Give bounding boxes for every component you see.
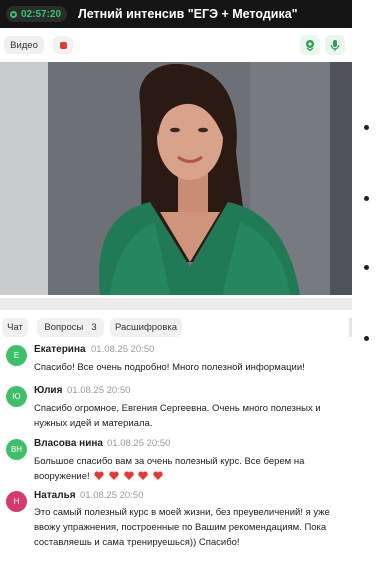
avatar: Ю — [6, 386, 27, 407]
hearts-emoji-row — [94, 469, 165, 485]
message-text: Спасибо! Все очень подробно! Много полез… — [34, 362, 305, 373]
message-text: Большое спасибо вам за очень полезный ку… — [34, 456, 305, 482]
live-timer: 02:57:20 — [6, 6, 68, 22]
webinar-title: Летний интенсив "ЕГЭ + Методика" — [78, 7, 298, 21]
side-dot — [364, 196, 369, 201]
questions-count-badge: 3 — [91, 322, 97, 333]
message-time: 01.08.25 20:50 — [107, 438, 171, 449]
message-time: 01.08.25 20:50 — [80, 490, 144, 501]
live-indicator-icon — [10, 10, 17, 18]
stop-record-button[interactable] — [53, 36, 73, 54]
speaker-video-frame — [0, 62, 352, 295]
author-name: Власова нина — [34, 438, 103, 449]
microphone-icon — [330, 39, 340, 51]
tab-label: Чат — [7, 322, 23, 333]
heart-icon — [94, 470, 104, 485]
side-dot — [364, 336, 369, 341]
tab-questions[interactable]: Вопросы 3 — [37, 318, 104, 337]
chat-tabs: Чат Вопросы 3 Расшифровка — [0, 318, 352, 338]
author-name: Наталья — [34, 490, 76, 501]
author-name: Юлия — [34, 385, 63, 396]
avatar: ВН — [6, 439, 27, 460]
video-tab-button[interactable]: Видео — [4, 36, 44, 54]
tab-label: Расшифровка — [114, 322, 178, 333]
heart-icon — [123, 470, 134, 485]
stop-icon — [59, 41, 67, 49]
video-scrubber[interactable] — [0, 298, 352, 310]
timer-text: 02:57:20 — [21, 8, 62, 20]
location-pin-icon — [306, 40, 314, 51]
tab-label: Вопросы — [44, 322, 84, 333]
author-name: Екатерина — [34, 344, 86, 355]
tab-transcript[interactable]: Расшифровка — [110, 318, 182, 337]
message-text: Спасибо огромное, Евгения Сергеевна. Оче… — [34, 403, 321, 429]
location-button[interactable] — [300, 35, 320, 55]
avatar: Н — [6, 491, 27, 512]
heart-icon — [153, 470, 163, 485]
message-text-block: Большое спасибо вам за очень полезный ку… — [34, 454, 334, 485]
video-player[interactable] — [0, 62, 352, 295]
title-bar: 02:57:20 Летний интенсив "ЕГЭ + Методика… — [0, 0, 352, 28]
heart-icon — [138, 470, 148, 485]
microphone-button[interactable] — [325, 35, 345, 55]
message-text: Это самый полезный курс в моей жизни, бе… — [34, 507, 330, 548]
side-dot — [364, 265, 369, 270]
message-time: 01.08.25 20:50 — [67, 385, 131, 396]
tabs-scroll-edge — [349, 318, 352, 337]
message-time: 01.08.25 20:50 — [91, 344, 155, 355]
tab-chat[interactable]: Чат — [2, 318, 28, 337]
heart-icon — [109, 470, 119, 485]
avatar: Е — [6, 345, 27, 366]
side-dot — [364, 125, 369, 130]
